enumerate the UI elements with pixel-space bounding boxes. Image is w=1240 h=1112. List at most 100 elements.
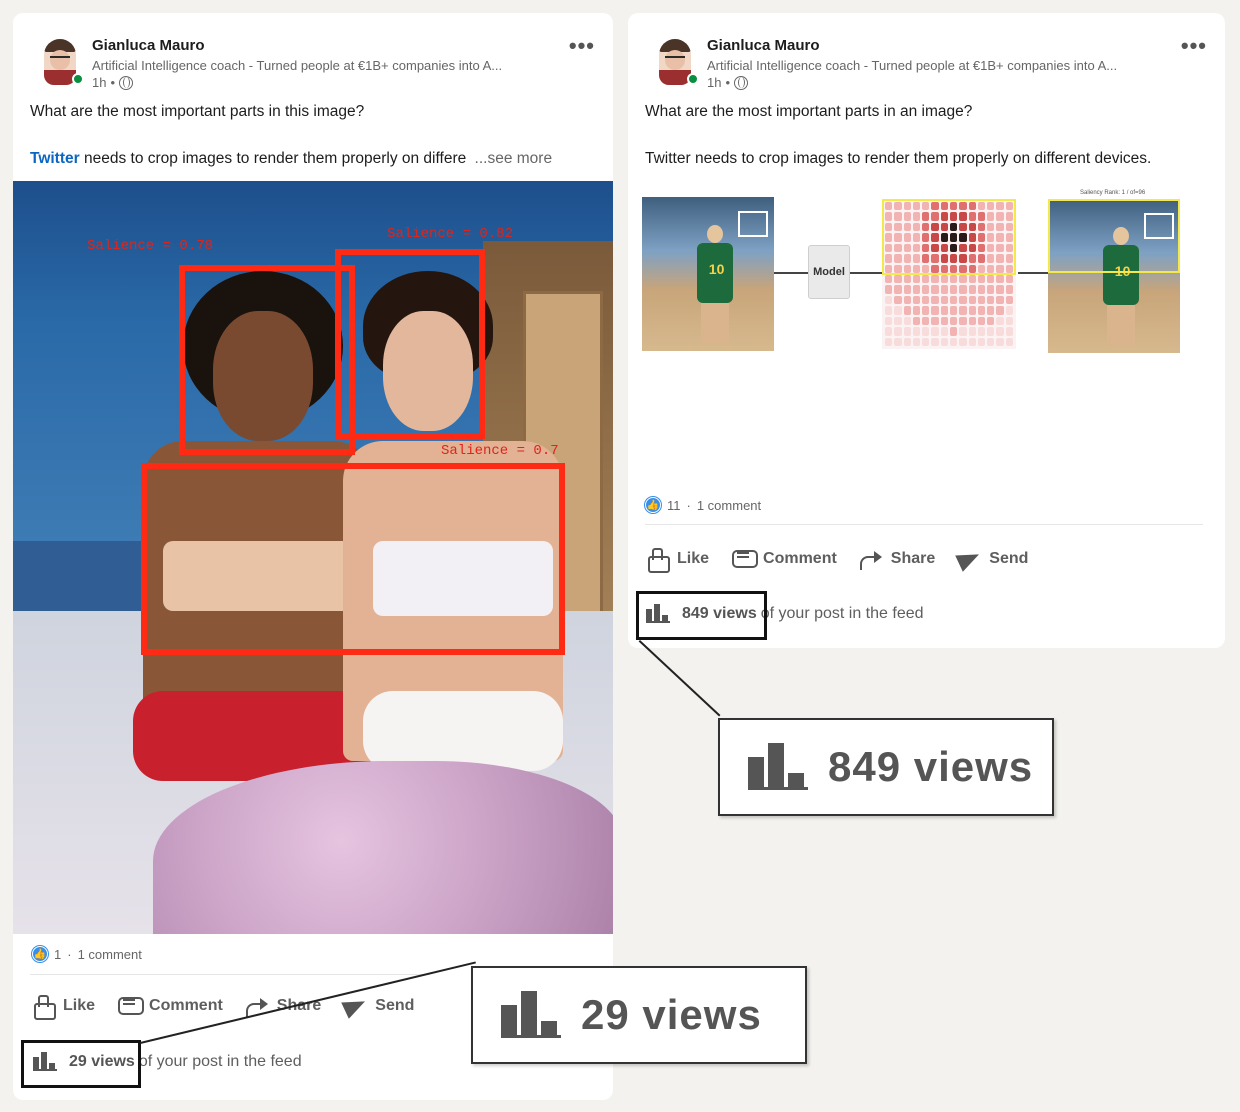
send-button[interactable]: Send <box>343 995 414 1017</box>
heatmap-cell <box>885 295 893 305</box>
heatmap-cell <box>959 295 967 305</box>
meta-separator: • <box>725 75 731 90</box>
heatmap-cell <box>987 285 995 294</box>
send-icon <box>343 995 367 1017</box>
post-meta: 1h • <box>707 75 749 90</box>
heatmap-cell <box>940 327 948 336</box>
callout-connector-right <box>638 640 721 717</box>
heatmap-cell <box>959 337 967 346</box>
reactions-summary[interactable]: 👍 1 · 1 comment <box>32 946 142 962</box>
zoom-views-count: 29 views <box>581 991 762 1038</box>
heatmap-cell <box>903 285 911 294</box>
reaction-dot: · <box>67 946 72 962</box>
heatmap-cell <box>912 306 921 315</box>
heatmap-cell <box>903 337 911 346</box>
heatmap-cell <box>931 337 939 346</box>
post-meta: 1h • <box>92 75 134 90</box>
heatmap-cell <box>903 327 911 336</box>
send-label: Send <box>989 550 1029 567</box>
author-avatar[interactable] <box>39 39 84 85</box>
heatmap-cell <box>903 306 911 315</box>
heatmap-cell <box>922 316 930 326</box>
globe-icon <box>119 75 134 90</box>
heatmap-cell <box>977 285 986 294</box>
comment-button[interactable]: Comment <box>731 548 837 570</box>
heatmap-cell <box>996 306 1004 315</box>
heatmap-cell <box>885 285 893 294</box>
zoom-views-count: 849 views <box>828 743 1034 790</box>
reactions-summary[interactable]: 👍 11 · 1 comment <box>645 497 761 513</box>
post-actions-bar: Like Comment Share Send <box>31 995 436 1020</box>
views-highlight-box <box>636 591 767 640</box>
heatmap-cell <box>949 316 958 326</box>
reaction-dot: · <box>686 497 691 513</box>
heatmap-cell <box>894 337 902 346</box>
heatmap-cell <box>894 316 902 326</box>
heatmap-cell <box>1005 316 1013 326</box>
heatmap-cell <box>949 274 958 284</box>
views-zoom-callout-right: 849 views <box>718 718 1054 816</box>
divider <box>30 974 430 975</box>
heatmap-cell <box>903 295 911 305</box>
views-suffix: of your post in the feed <box>138 1053 302 1070</box>
twitter-link[interactable]: Twitter <box>30 150 80 167</box>
heatmap-cell <box>912 274 921 284</box>
left-post-card: Gianluca Mauro Artificial Intelligence c… <box>13 13 613 1100</box>
like-label: Like <box>63 997 96 1014</box>
heatmap-cell <box>1005 295 1013 305</box>
comment-button[interactable]: Comment <box>117 995 223 1017</box>
author-name[interactable]: Gianluca Mauro <box>707 37 820 54</box>
model-box: Model <box>808 245 850 299</box>
heatmap-cell <box>903 274 911 284</box>
heatmap-cell <box>931 327 939 336</box>
author-name[interactable]: Gianluca Mauro <box>92 37 205 54</box>
heatmap-cell <box>977 337 986 346</box>
heatmap-cell <box>940 274 948 284</box>
heatmap-cell <box>959 316 967 326</box>
input-photo: 10 <box>642 197 774 351</box>
comment-icon <box>117 995 145 1017</box>
send-button[interactable]: Send <box>957 548 1028 570</box>
see-more-link[interactable]: ...see more <box>475 150 553 167</box>
comment-label: Comment <box>763 550 837 567</box>
heatmap-cell <box>940 306 948 315</box>
heatmap-cell <box>996 295 1004 305</box>
more-options-icon[interactable]: ••• <box>569 35 595 57</box>
right-post-card: Gianluca Mauro Artificial Intelligence c… <box>628 13 1225 648</box>
more-options-icon[interactable]: ••• <box>1181 35 1207 57</box>
views-suffix: of your post in the feed <box>760 605 924 622</box>
salience-box-left-face <box>179 265 355 455</box>
heatmap-cell <box>987 295 995 305</box>
post-image[interactable]: Salience = 0.78 Salience = 0.82 Salience… <box>13 181 613 934</box>
salience-box-right-face <box>335 249 485 439</box>
reaction-count: 11 <box>667 497 681 513</box>
analytics-bar-icon <box>501 991 561 1038</box>
post-time: 1h <box>92 75 107 90</box>
author-headline: Artificial Intelligence coach - Turned p… <box>707 58 1118 73</box>
saliency-rank-label: Saliency Rank: 1 / of=96 <box>1080 190 1146 196</box>
share-button[interactable]: Share <box>859 548 935 570</box>
views-zoom-callout-left: 29 views <box>471 966 807 1064</box>
author-avatar[interactable] <box>654 39 699 85</box>
heatmap-cell <box>885 306 893 315</box>
crop-highlight-box-2 <box>1048 199 1180 273</box>
like-button[interactable]: Like <box>645 548 709 573</box>
heatmap-cell <box>903 316 911 326</box>
divider <box>645 524 1203 525</box>
heatmap-cell <box>968 295 976 305</box>
heatmap-cell <box>1005 285 1013 294</box>
comment-count[interactable]: 1 comment <box>697 498 761 513</box>
heatmap-cell <box>996 285 1004 294</box>
heatmap-cell <box>996 316 1004 326</box>
views-highlight-box <box>21 1040 141 1088</box>
heatmap-cell <box>912 327 921 336</box>
heatmap-cell <box>949 295 958 305</box>
heatmap-cell <box>922 327 930 336</box>
heatmap-cell <box>894 306 902 315</box>
heatmap-cell <box>977 306 986 315</box>
comment-count[interactable]: 1 comment <box>78 947 142 962</box>
post-diagram-image[interactable]: 10 Model Saliency Rank: 1 / of=96 10 <box>642 190 1202 363</box>
heatmap-cell <box>940 295 948 305</box>
heatmap-cell <box>931 274 939 284</box>
like-button[interactable]: Like <box>31 995 96 1020</box>
